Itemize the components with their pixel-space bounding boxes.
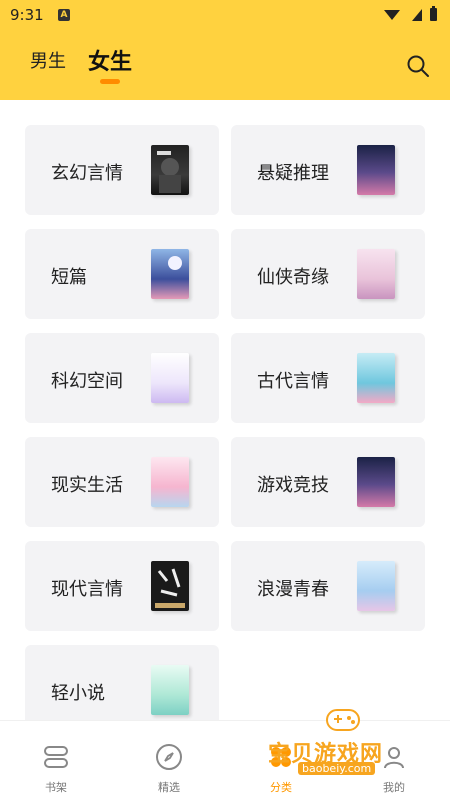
top-header: 9:31 A 男生 女生 (0, 0, 450, 100)
category-label: 轻小说 (51, 683, 105, 704)
compass-icon (156, 744, 182, 770)
book-cover-image (151, 457, 189, 507)
nav-label: 我的 (383, 781, 405, 794)
book-cover-image (151, 561, 189, 611)
category-label: 仙侠奇缘 (257, 267, 329, 288)
watermark-url: baobeiy.com (298, 762, 376, 775)
tab-female[interactable]: 女生 (88, 44, 132, 76)
nav-label: 书架 (45, 781, 67, 794)
search-icon[interactable] (406, 54, 430, 78)
category-card-xuanyi-tuili[interactable]: 悬疑推理 (231, 125, 425, 215)
watermark: 宝贝游戏网 baobeiy.com (268, 700, 418, 780)
category-label: 科幻空间 (51, 371, 123, 392)
category-label: 短篇 (51, 267, 87, 288)
bookshelf-icon (44, 746, 68, 768)
category-label: 浪漫青春 (257, 579, 329, 600)
book-cover-image (151, 145, 189, 195)
nav-bookshelf[interactable]: 书架 (26, 743, 86, 795)
category-label: 现实生活 (51, 475, 123, 496)
status-bar: 9:31 A (0, 0, 450, 30)
book-cover-image (151, 353, 189, 403)
notification-icon: A (58, 9, 70, 21)
category-label: 玄幻言情 (51, 163, 123, 184)
gamepad-icon (326, 709, 360, 731)
system-status-icons (384, 6, 437, 21)
tab-male[interactable]: 男生 (30, 47, 66, 73)
active-tab-indicator (100, 79, 120, 84)
category-card-youxi-jingji[interactable]: 游戏竞技 (231, 437, 425, 527)
book-cover-image (151, 249, 189, 299)
category-card-kehuan-kongjian[interactable]: 科幻空间 (25, 333, 219, 423)
book-cover-image (357, 145, 395, 195)
book-cover-image (357, 457, 395, 507)
category-card-xianshi-shenghuo[interactable]: 现实生活 (25, 437, 219, 527)
book-cover-image (357, 561, 395, 611)
category-label: 古代言情 (257, 371, 329, 392)
category-label: 现代言情 (51, 579, 123, 600)
category-card-gudai-yanqing[interactable]: 古代言情 (231, 333, 425, 423)
book-cover-image (357, 249, 395, 299)
nav-label: 分类 (270, 781, 292, 794)
category-card-xuanhuan-yanqing[interactable]: 玄幻言情 (25, 125, 219, 215)
category-card-langman-qingchun[interactable]: 浪漫青春 (231, 541, 425, 631)
nav-label: 精选 (158, 781, 180, 794)
category-card-duanpian[interactable]: 短篇 (25, 229, 219, 319)
category-card-xianxia-qiyuan[interactable]: 仙侠奇缘 (231, 229, 425, 319)
category-card-xiandai-yanqing[interactable]: 现代言情 (25, 541, 219, 631)
category-label: 悬疑推理 (257, 163, 329, 184)
book-cover-image (151, 665, 189, 715)
book-cover-image (357, 353, 395, 403)
category-label: 游戏竞技 (257, 475, 329, 496)
nav-featured[interactable]: 精选 (139, 743, 199, 795)
status-time: 9:31 (10, 6, 44, 24)
